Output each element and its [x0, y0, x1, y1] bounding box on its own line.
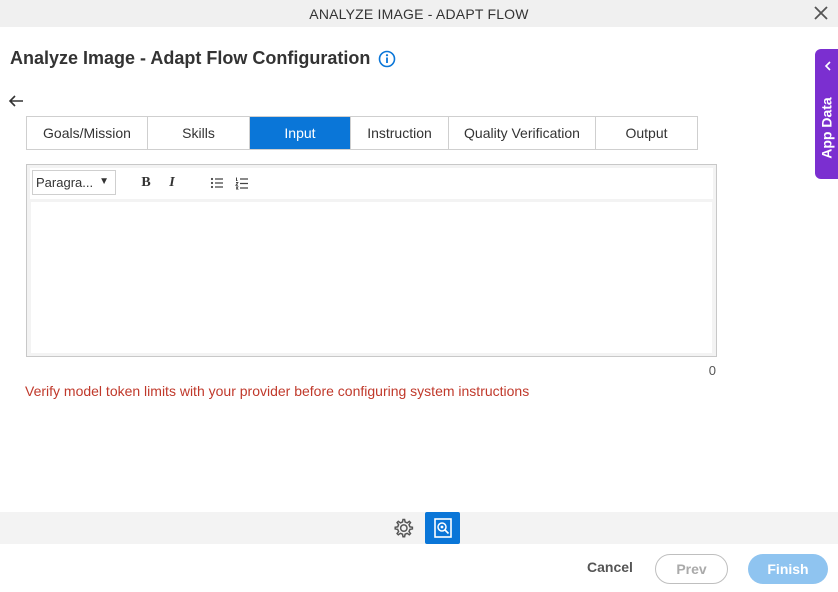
window-title: ANALYZE IMAGE - ADAPT FLOW	[309, 5, 529, 22]
tab-skills[interactable]: Skills	[148, 117, 250, 149]
app-data-panel-toggle[interactable]: App Data	[815, 49, 838, 179]
info-icon[interactable]	[378, 50, 396, 68]
warning-message: Verify model token limits with your prov…	[25, 383, 530, 399]
paragraph-format-value: Paragra...	[36, 175, 94, 190]
gear-icon[interactable]	[392, 517, 414, 539]
config-tabs: Goals/Mission Skills Input Instruction Q…	[26, 116, 698, 150]
bullet-list-icon[interactable]	[210, 176, 224, 190]
paragraph-format-select[interactable]: Paragra... ▼	[32, 170, 116, 195]
character-count: 0	[708, 363, 716, 378]
app-data-label-wrap: App Data	[815, 83, 838, 173]
bold-button[interactable]: B	[138, 174, 154, 192]
chevron-left-icon	[824, 61, 831, 71]
dropdown-caret-icon: ▼	[99, 176, 109, 187]
app-data-label: App Data	[818, 97, 835, 159]
page-title: Analyze Image - Adapt Flow Configuration	[10, 48, 371, 68]
page-heading: Analyze Image - Adapt Flow Configuration	[10, 48, 396, 69]
tab-input[interactable]: Input	[250, 117, 351, 149]
tab-quality-verification[interactable]: Quality Verification	[449, 117, 596, 149]
tab-output[interactable]: Output	[596, 117, 697, 149]
numbered-list-icon[interactable]	[235, 176, 249, 190]
image-scan-icon	[433, 518, 452, 538]
cancel-button[interactable]: Cancel	[587, 559, 633, 575]
close-icon[interactable]	[813, 5, 829, 21]
tab-instruction[interactable]: Instruction	[351, 117, 449, 149]
editor-content-area[interactable]	[31, 202, 712, 353]
image-scan-button[interactable]	[425, 512, 460, 544]
prev-button[interactable]: Prev	[655, 554, 728, 584]
window-titlebar: ANALYZE IMAGE - ADAPT FLOW	[0, 0, 838, 27]
tab-goals-mission[interactable]: Goals/Mission	[27, 117, 148, 149]
italic-button[interactable]: I	[164, 174, 180, 192]
rich-text-editor: Paragra... ▼ B I	[26, 164, 717, 357]
bottom-toolbar	[0, 512, 838, 544]
editor-toolbar: Paragra... ▼ B I	[30, 168, 713, 199]
back-arrow-icon[interactable]	[8, 94, 24, 108]
finish-button[interactable]: Finish	[748, 554, 828, 584]
